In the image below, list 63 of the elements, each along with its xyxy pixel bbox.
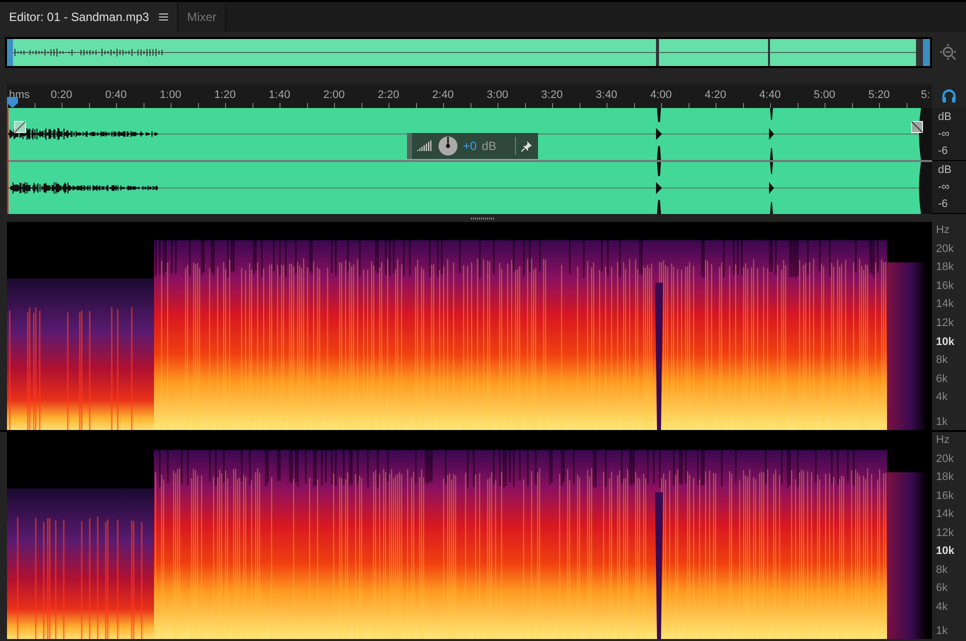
time-label: 4:20: [704, 89, 728, 101]
pin-icon[interactable]: [521, 140, 532, 152]
frequency-label: 20k: [936, 242, 955, 255]
frequency-label: 10k: [936, 336, 956, 348]
frequency-label: 16k: [936, 280, 955, 292]
frequency-label: 20k: [936, 452, 955, 464]
time-label: 0:20: [50, 89, 74, 101]
frequency-label: 14k: [936, 298, 955, 310]
gain-knob[interactable]: [438, 136, 458, 156]
fade-in-handle-icon[interactable]: [14, 121, 26, 133]
gain-unit: dB: [482, 139, 496, 153]
time-label: 5:: [920, 89, 930, 101]
tab-label: Editor: 01 - Sandman.mp3: [9, 10, 150, 24]
time-label: 3:40: [594, 89, 618, 101]
time-label: 2:20: [376, 89, 400, 101]
frequency-label: 18k: [936, 261, 955, 274]
db-scale-label: dB: [938, 110, 952, 123]
time-label: 4:40: [758, 89, 782, 101]
frequency-label: 18k: [936, 471, 955, 483]
frequency-label: 6k: [936, 582, 949, 594]
frequency-label: 10k: [936, 545, 956, 557]
time-label: 3:00: [486, 89, 510, 101]
time-label: 5:20: [867, 89, 891, 101]
zoom-out-icon[interactable]: [939, 42, 959, 62]
frequency-label: 1k: [936, 625, 949, 637]
frequency-label: 4k: [936, 391, 949, 404]
frequency-label: 12k: [936, 316, 955, 329]
time-label: 3:20: [540, 89, 564, 101]
frequency-label: 12k: [936, 526, 955, 538]
resize-handle-icon[interactable]: [471, 216, 495, 220]
spectrogram-drawing[interactable]: [7, 222, 932, 430]
gain-value: +0: [463, 139, 477, 153]
frequency-label: Hz: [936, 434, 950, 446]
menu-icon[interactable]: [159, 13, 168, 21]
frequency-label: 16k: [936, 490, 955, 502]
time-label: 5:00: [812, 89, 836, 101]
frequency-label: Hz: [936, 224, 950, 236]
fade-out-handle-icon[interactable]: [911, 121, 923, 133]
db-scale-label: -∞: [938, 128, 951, 140]
overview-waveform[interactable]: [5, 37, 932, 68]
time-label: 1:40: [268, 89, 292, 101]
time-label: 4:00: [649, 89, 673, 101]
tab-label: Mixer: [187, 10, 216, 24]
frequency-label: 8k: [936, 564, 949, 576]
time-label: 2:00: [322, 89, 346, 101]
frequency-label: 6k: [936, 372, 949, 385]
frequency-label: 14k: [936, 508, 955, 520]
waveform-drawing[interactable]: [7, 108, 932, 214]
time-label: 1:00: [158, 89, 182, 101]
editor-tab[interactable]: Editor: 01 - Sandman.mp3: [0, 2, 178, 32]
frequency-label: 1k: [936, 416, 949, 428]
frequency-label: 4k: [936, 600, 949, 612]
time-label: 1:20: [213, 89, 237, 101]
db-scale-label: dB: [938, 164, 952, 176]
time-label: 0:40: [104, 89, 128, 101]
level-bars-icon: [417, 140, 433, 152]
db-scale-label: -6: [938, 145, 949, 158]
db-scale-label: -∞: [938, 180, 951, 193]
db-scale-label: -6: [938, 198, 949, 210]
headphones-icon[interactable]: [942, 89, 956, 103]
frequency-label: 8k: [936, 354, 949, 366]
time-label: 2:40: [431, 89, 455, 101]
spectrogram-drawing[interactable]: [7, 432, 932, 639]
